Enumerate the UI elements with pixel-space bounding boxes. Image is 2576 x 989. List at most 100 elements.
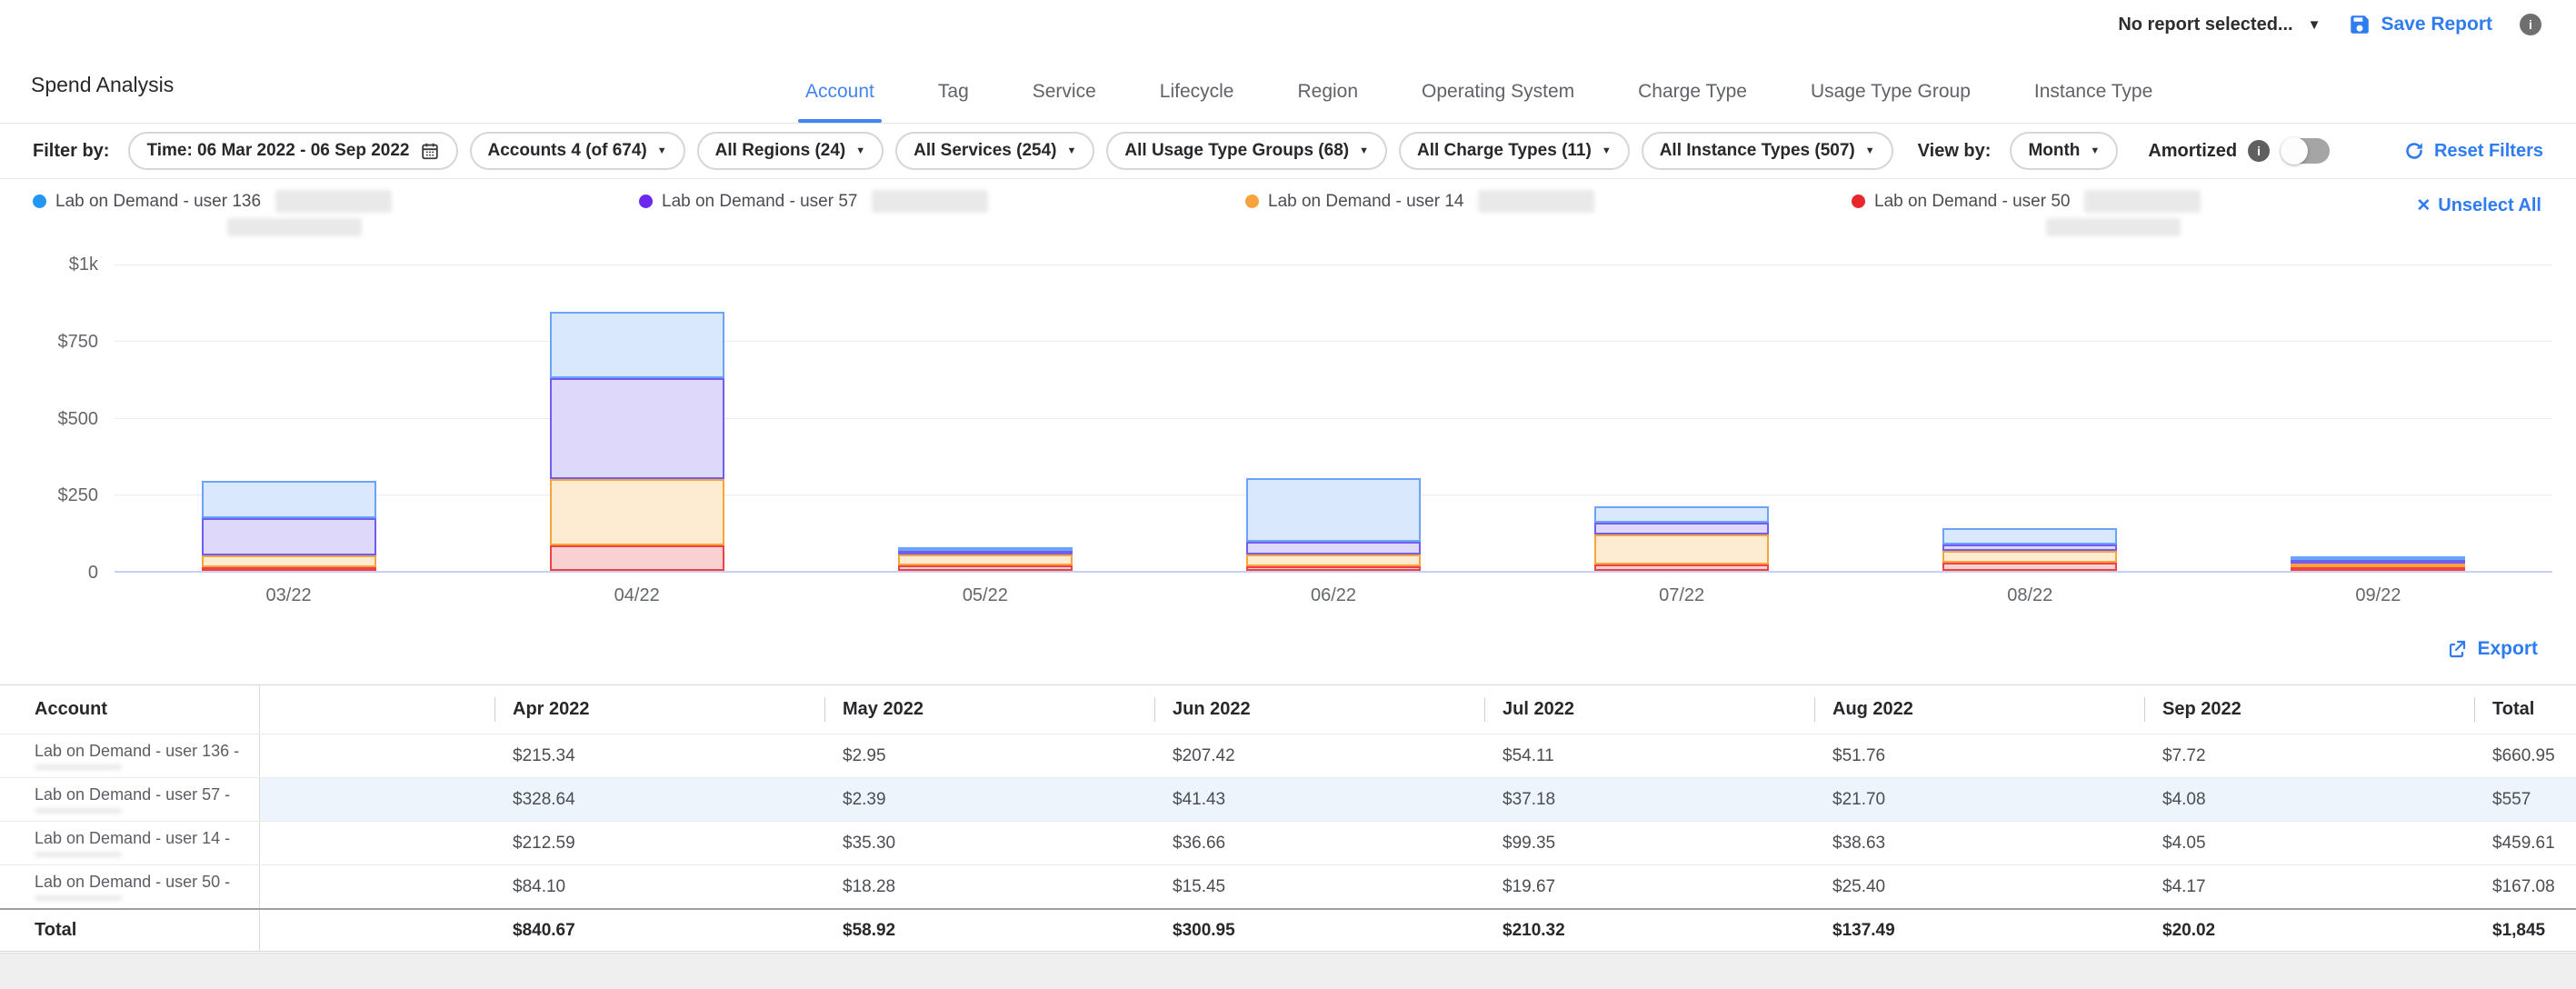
account-cell: Lab on Demand - user 57 - (0, 778, 260, 821)
bottom-strip (0, 953, 2576, 989)
filter-pill-label: All Instance Types (507) (1660, 141, 1855, 161)
legend-dot-icon (1245, 195, 1259, 208)
report-selector-dropdown[interactable]: No report selected... ▼ (2118, 15, 2321, 35)
bar-segment-lab-on-demand-user-57[interactable] (550, 378, 724, 479)
redacted-text (1478, 190, 1594, 213)
table-cell-value: $37.18 (1484, 778, 1814, 821)
total-cell-value: $300.95 (1154, 910, 1484, 951)
view-by-dropdown[interactable]: Month ▼ (2010, 132, 2118, 170)
filter-pill-all-regions[interactable]: All Regions (24)▼ (697, 132, 884, 170)
table-cell-value: $15.45 (1154, 865, 1484, 908)
export-icon (2446, 638, 2468, 660)
table-row: Lab on Demand - user 14 -$212.59$35.30$3… (0, 821, 2576, 864)
bar-segment-lab-on-demand-user-136[interactable] (1942, 528, 2117, 544)
table-cell-value: $2.95 (824, 734, 1154, 777)
legend-item-lab-on-demand-user-14[interactable]: Lab on Demand - user 14 (1245, 190, 1852, 236)
table-cell-value: $660.95 (2474, 734, 2576, 777)
reset-filters-button[interactable]: Reset Filters (2403, 140, 2543, 162)
tab-tag[interactable]: Tag (931, 81, 976, 123)
table-cell-value: $328.64 (494, 778, 824, 821)
tab-region[interactable]: Region (1290, 81, 1365, 123)
bar-segment-lab-on-demand-user-50[interactable] (202, 567, 376, 571)
bar-segment-lab-on-demand-user-57[interactable] (1942, 544, 2117, 551)
tab-charge-type[interactable]: Charge Type (1631, 81, 1754, 123)
legend-label: Lab on Demand - user 50 (1874, 192, 2070, 212)
tab-service[interactable]: Service (1025, 81, 1103, 123)
bar-slot-09-22: 09/22 (2291, 265, 2465, 571)
tab-instance-type[interactable]: Instance Type (2027, 81, 2160, 123)
redacted-text (35, 808, 122, 814)
filter-pill-all-instance-types[interactable]: All Instance Types (507) ▼ (1642, 132, 1893, 170)
table-cell-value: $99.35 (1484, 822, 1814, 864)
filter-pill-all-charge-types[interactable]: All Charge Types (11)▼ (1399, 132, 1630, 170)
bar-slot-04-22: 04/22 (550, 265, 724, 571)
info-icon[interactable]: i (2248, 140, 2270, 162)
bar-segment-lab-on-demand-user-14[interactable] (202, 555, 376, 567)
column-header-total: Total (2474, 685, 2576, 734)
filter-pill-label: All Charge Types (11) (1417, 141, 1592, 161)
stacked-bar-03-22[interactable] (202, 481, 376, 571)
x-axis-label: 05/22 (898, 585, 1073, 606)
table-cell-value: $84.10 (494, 865, 824, 908)
bar-slot-06-22: 06/22 (1246, 265, 1421, 571)
tab-account[interactable]: Account (798, 81, 882, 123)
table-cell-value: $25.40 (1814, 865, 2144, 908)
bar-segment-lab-on-demand-user-50[interactable] (550, 545, 724, 572)
x-axis-label: 06/22 (1246, 585, 1421, 606)
bar-segment-lab-on-demand-user-50[interactable] (1942, 563, 2117, 571)
tab-lifecycle[interactable]: Lifecycle (1153, 81, 1242, 123)
bar-segment-lab-on-demand-user-14[interactable] (1246, 554, 1421, 565)
x-axis-label: 03/22 (202, 585, 376, 606)
bar-segment-lab-on-demand-user-14[interactable] (1942, 551, 2117, 563)
bar-segment-lab-on-demand-user-136[interactable] (202, 481, 376, 518)
legend-label: Lab on Demand - user 57 (662, 192, 857, 212)
account-cell: Lab on Demand - user 50 - (0, 865, 260, 908)
bar-segment-lab-on-demand-user-57[interactable] (202, 518, 376, 555)
table-total-row: Total$840.67$58.92$300.95$210.32$137.49$… (0, 908, 2576, 952)
bar-segment-lab-on-demand-user-50[interactable] (898, 565, 1073, 571)
tab-operating-system[interactable]: Operating System (1414, 81, 1582, 123)
stacked-bar-09-22[interactable] (2291, 556, 2465, 571)
bar-segment-lab-on-demand-user-14[interactable] (898, 554, 1073, 565)
export-button[interactable]: Export (2446, 638, 2538, 660)
table-row: Lab on Demand - user 57 -$328.64$2.39$41… (0, 777, 2576, 821)
stacked-bar-06-22[interactable] (1246, 478, 1421, 571)
account-cell: Lab on Demand - user 136 - (0, 734, 260, 777)
y-axis-tick: $250 (0, 485, 98, 506)
legend-item-lab-on-demand-user-50[interactable]: Lab on Demand - user 50 (1852, 190, 2458, 236)
chevron-down-icon: ▼ (2090, 146, 2100, 156)
bar-segment-lab-on-demand-user-14[interactable] (1594, 534, 1769, 565)
filter-pill-all-services[interactable]: All Services (254)▼ (895, 132, 1094, 170)
bar-segment-lab-on-demand-user-136[interactable] (550, 312, 724, 378)
info-icon[interactable]: i (2520, 14, 2541, 35)
unselect-all-button[interactable]: ✕ Unselect All (2416, 195, 2541, 216)
amortized-toggle[interactable] (2281, 138, 2330, 164)
save-report-button[interactable]: Save Report (2348, 13, 2492, 36)
filter-pill-all-usage-type-groups[interactable]: All Usage Type Groups (68)▼ (1106, 132, 1387, 170)
bar-segment-lab-on-demand-user-57[interactable] (1594, 523, 1769, 534)
tabs: Account Tag Service Lifecycle Region Operatin… (798, 81, 2160, 123)
filter-pill-accounts-4[interactable]: Accounts 4 (of 674)▼ (470, 132, 685, 170)
total-cell-value: $20.02 (2144, 910, 2474, 951)
tab-usage-type-group[interactable]: Usage Type Group (1803, 81, 1978, 123)
legend-item-lab-on-demand-user-136[interactable]: Lab on Demand - user 136 (33, 190, 639, 236)
filter-by-label: Filter by: (33, 141, 109, 162)
bar-segment-lab-on-demand-user-50[interactable] (1246, 566, 1421, 571)
legend-item-lab-on-demand-user-57[interactable]: Lab on Demand - user 57 (639, 190, 1245, 236)
stacked-bar-04-22[interactable] (550, 312, 724, 571)
bar-segment-lab-on-demand-user-136[interactable] (1594, 506, 1769, 523)
stacked-bar-08-22[interactable] (1942, 528, 2117, 571)
redacted-text (35, 895, 122, 901)
stacked-bar-07-22[interactable] (1594, 506, 1769, 571)
bar-segment-lab-on-demand-user-50[interactable] (2291, 567, 2465, 571)
chevron-down-icon: ▼ (1865, 146, 1875, 156)
bar-segment-lab-on-demand-user-136[interactable] (1246, 478, 1421, 542)
table-header-row: AccountApr 2022May 2022Jun 2022Jul 2022A… (0, 685, 2576, 734)
stacked-bar-05-22[interactable] (898, 547, 1073, 571)
filter-pill-time[interactable]: Time: 06 Mar 2022 - 06 Sep 2022 (128, 132, 457, 170)
bar-segment-lab-on-demand-user-14[interactable] (550, 479, 724, 544)
bar-segment-lab-on-demand-user-50[interactable] (1594, 564, 1769, 571)
table-cell-value: $4.05 (2144, 822, 2474, 864)
account-cell: Lab on Demand - user 14 - (0, 822, 260, 864)
bar-segment-lab-on-demand-user-57[interactable] (1246, 542, 1421, 554)
